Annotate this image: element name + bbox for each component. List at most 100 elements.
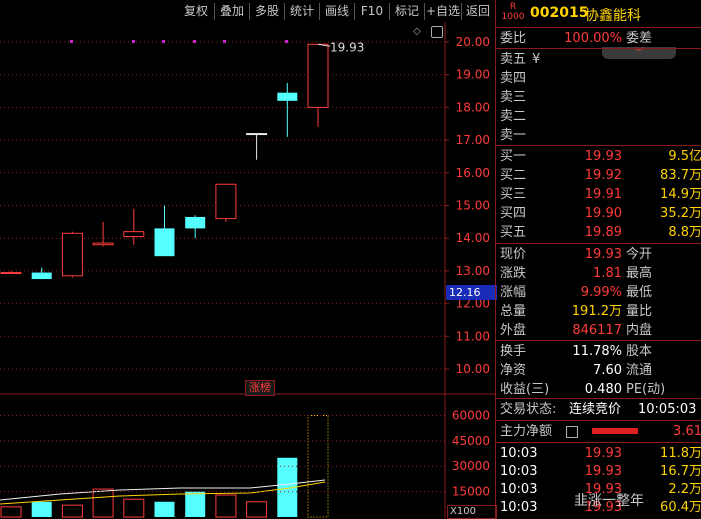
- stat2-row: 收益(三) 0.480 PE(动): [496, 380, 701, 399]
- price-tick-label: 11.00: [456, 329, 490, 343]
- draw-line-button[interactable]: 画线: [320, 3, 354, 20]
- candle-body: [92, 242, 114, 246]
- price-tick-label: 19.00: [456, 68, 490, 82]
- stat-label: 涨跌: [500, 266, 527, 281]
- tick-volume: 60.4万: [660, 500, 701, 515]
- stat-row: 涨跌 1.81 最高: [496, 264, 701, 283]
- stat-row: 现价 19.93 今开: [496, 245, 701, 264]
- stat-row: 涨幅 9.99% 最低: [496, 283, 701, 302]
- price-tick-label: 20.00: [456, 35, 490, 49]
- buy-row: 买五 19.89 8.8万: [496, 223, 701, 242]
- candle-body: [307, 43, 329, 108]
- buy-volume: 9.5亿: [668, 149, 701, 164]
- diamond-icon[interactable]: ◇: [413, 27, 423, 37]
- signal-dot: [193, 40, 196, 43]
- price-tick-label: 15.00: [456, 199, 490, 213]
- window-icon[interactable]: [431, 26, 443, 38]
- signal-dot: [132, 40, 135, 43]
- f10-button[interactable]: F10: [355, 3, 389, 20]
- buy-label: 买三: [500, 187, 527, 202]
- tick-time: 10:03: [500, 500, 538, 515]
- r-tag: R 1000: [501, 2, 525, 22]
- current-price-tag: 12.16: [446, 285, 497, 300]
- tick-price: 19.93: [584, 446, 622, 461]
- candle-body: [61, 232, 83, 277]
- stat2-label: 收益(三): [500, 382, 550, 397]
- fuquan-button[interactable]: 复权: [178, 3, 214, 20]
- stat2-right-label: 流通: [626, 363, 653, 378]
- zhangbang-tag[interactable]: 涨榜: [245, 380, 275, 396]
- stat2-value: 0.480: [584, 382, 622, 397]
- volume-bar: [246, 501, 268, 518]
- tick-volume: 11.8万: [660, 446, 701, 461]
- sell-5-label: 卖五: [500, 52, 527, 67]
- stat-value: 1.81: [593, 266, 622, 281]
- list-icon[interactable]: [566, 426, 578, 438]
- buy-row: 买四 19.90 35.2万: [496, 204, 701, 223]
- stat2-label: 换手: [500, 344, 527, 359]
- volume-bar: [92, 488, 114, 518]
- buy-row: 买一 19.93 9.5亿: [496, 147, 701, 166]
- stat2-right-label: PE(动): [626, 382, 666, 397]
- buy-volume: 14.9万: [660, 187, 701, 202]
- candles: 19.93: [0, 40, 364, 280]
- main-flow-value: 3.61: [673, 424, 701, 439]
- price-axis: 20.00 19.00 18.00 17.00 16.00 15.00 14.00 13.00…: [445, 35, 490, 376]
- stat-value: 191.2万: [571, 304, 622, 319]
- main-flow-bar: [592, 428, 638, 434]
- back-button[interactable]: 返回: [462, 3, 494, 20]
- stock-code: 002015: [530, 5, 589, 21]
- price-tick-label: 18.00: [456, 100, 490, 114]
- price-tick-label: 14.00: [456, 231, 490, 245]
- weibi-label: 委比: [500, 31, 527, 46]
- multi-stock-button[interactable]: 多股: [250, 3, 284, 20]
- overlay-button[interactable]: 叠加: [215, 3, 249, 20]
- buy-label: 买四: [500, 206, 527, 221]
- candle-body: [154, 228, 175, 257]
- volume-bar: [123, 498, 145, 518]
- buy-label: 买二: [500, 168, 527, 183]
- sell-3-label: 卖三: [500, 90, 527, 105]
- price-tick-label: 17.00: [456, 133, 490, 147]
- vol-tick-label: 60000: [452, 408, 490, 422]
- kline-chart[interactable]: 20.00 19.00 18.00 17.00 16.00 15.00 14.00 13.00…: [0, 22, 495, 518]
- tick-volume: 16.7万: [660, 464, 701, 479]
- volume-bar: [31, 501, 52, 517]
- buy-volume: 83.7万: [660, 168, 701, 183]
- add-watchlist-button[interactable]: +自选: [425, 3, 461, 20]
- statistics-button[interactable]: 统计: [285, 3, 319, 20]
- buy-volume: 8.8万: [668, 225, 701, 240]
- tick-time: 10:03: [500, 464, 538, 479]
- high-price-label: 19.93: [330, 40, 364, 54]
- stat-right-label: 量比: [626, 304, 653, 319]
- candle-body: [185, 216, 206, 229]
- buy-row: 买三 19.91 14.9万: [496, 185, 701, 204]
- buy-price: 19.91: [584, 187, 622, 202]
- chart-toolbar: 复权 叠加 多股 统计 画线 F10 标记 +自选 返回: [0, 0, 495, 22]
- buy-volume: 35.2万: [660, 206, 701, 221]
- tick-time: 10:03: [500, 446, 538, 461]
- buy-price: 19.92: [584, 168, 622, 183]
- candle-body: [123, 231, 145, 238]
- stat-right-label: 内盘: [626, 323, 653, 338]
- stat2-label: 净资: [500, 363, 527, 378]
- stat-right-label: 今开: [626, 247, 653, 262]
- candle-body: [0, 272, 22, 275]
- signal-dot: [162, 40, 165, 43]
- mark-button[interactable]: 标记: [390, 3, 424, 20]
- stat-row: 总量 191.2万 量比: [496, 302, 701, 321]
- stat-right-label: 最高: [626, 266, 653, 281]
- stat-row: 外盘 846117 内盘: [496, 321, 701, 340]
- candle-body: [277, 92, 298, 101]
- price-tick-label: 10.00: [456, 362, 490, 376]
- buy-row: 买二 19.92 83.7万: [496, 166, 701, 185]
- quote-panel: R 1000 002015 协鑫能科 委比 100.00% 委差 ︾ 卖五 ¥ 卖四…: [495, 0, 701, 518]
- stat-value: 9.99%: [580, 285, 622, 300]
- vol-tick-label: 45000: [452, 434, 490, 448]
- stat-right-label: 最低: [626, 285, 653, 300]
- tick-price: 19.93: [584, 464, 622, 479]
- volume-bar: [154, 501, 175, 517]
- weicha-label: 委差: [626, 31, 653, 46]
- tick-row: 10:03 19.93 11.8万: [496, 444, 701, 463]
- trade-status-label: 交易状态:: [500, 402, 557, 417]
